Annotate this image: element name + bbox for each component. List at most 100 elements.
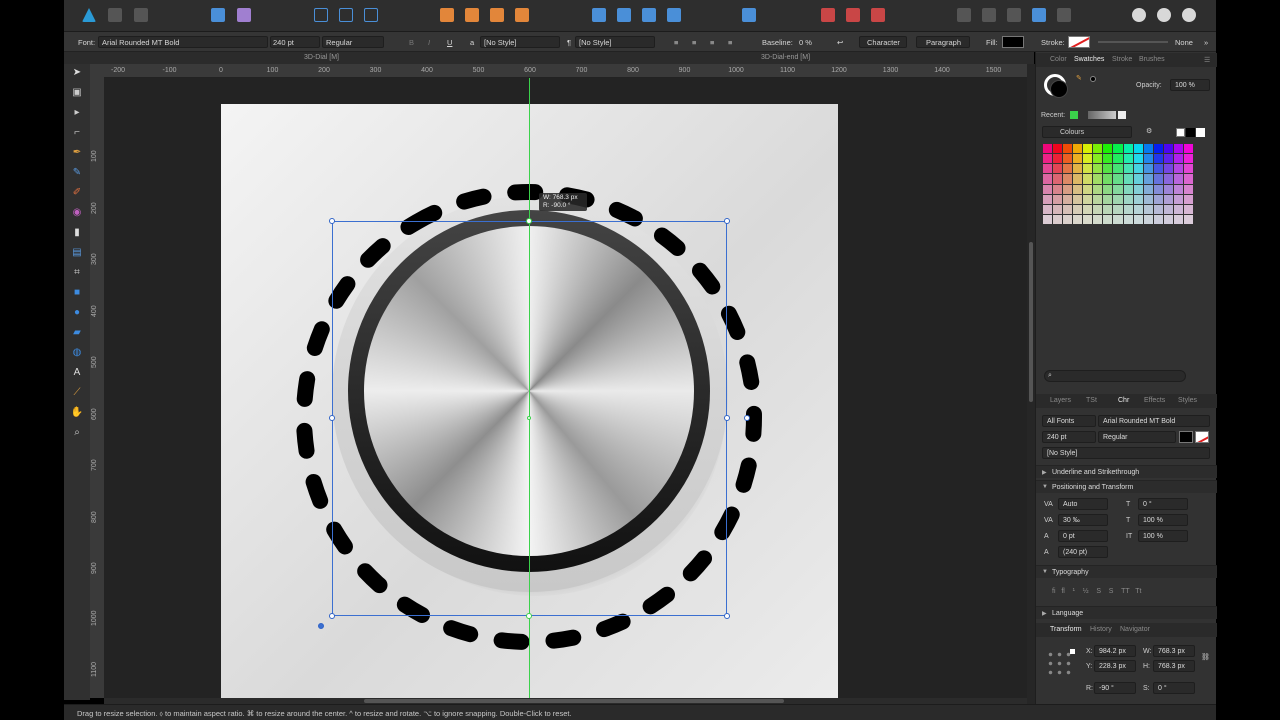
palette-swatch[interactable] (1083, 144, 1093, 154)
leading-field[interactable]: (240 pt) (1058, 546, 1108, 558)
palette-swatch[interactable] (1113, 154, 1123, 164)
font-style-field[interactable]: Regular (1098, 431, 1176, 443)
palette-swatch[interactable] (1133, 184, 1143, 194)
geometry-icon-1[interactable] (957, 8, 971, 22)
view-tool-icon[interactable]: ✋ (71, 406, 83, 418)
typography-option-icons[interactable]: fi fl ¹ ½ S S TT Tt (1052, 588, 1141, 595)
palette-swatch[interactable] (1183, 194, 1193, 204)
move-backward-icon[interactable] (465, 8, 479, 22)
section-language[interactable]: ▶ Language (1036, 606, 1217, 619)
palette-swatch[interactable] (1183, 154, 1193, 164)
palette-swatch[interactable] (1053, 144, 1063, 154)
white-swatch[interactable] (1196, 128, 1205, 137)
x-field[interactable]: 984.2 px (1094, 645, 1136, 657)
center-point[interactable] (527, 416, 531, 420)
palette-swatch[interactable] (1173, 204, 1183, 214)
palette-swatch[interactable] (1163, 194, 1173, 204)
handle-bottom-center[interactable] (526, 613, 532, 619)
more-chevron-icon[interactable]: » (1204, 38, 1208, 47)
move-back-icon[interactable] (440, 8, 454, 22)
none-swatch[interactable] (1176, 128, 1185, 137)
palette-swatch[interactable] (1073, 194, 1083, 204)
undo-icon[interactable]: ↩ (837, 38, 843, 47)
palette-swatch[interactable] (1103, 174, 1113, 184)
tab-layers[interactable]: Layers (1050, 397, 1071, 404)
shape-tool-icon[interactable]: ◍ (71, 346, 83, 358)
kerning-field[interactable]: Auto (1058, 498, 1108, 510)
justify-icon[interactable]: ≡ (728, 38, 732, 47)
palette-swatch[interactable] (1143, 174, 1153, 184)
palette-swatch[interactable] (1133, 154, 1143, 164)
palette-swatch[interactable] (1163, 174, 1173, 184)
palette-swatch[interactable] (1163, 154, 1173, 164)
palette-swatch[interactable] (1173, 194, 1183, 204)
swap-colors-icon[interactable] (1090, 76, 1096, 82)
color-picker-icon[interactable]: ⟋ (71, 386, 83, 398)
palette-swatch[interactable] (1103, 194, 1113, 204)
node-tool-icon[interactable]: ▸ (71, 106, 83, 118)
text-stroke-swatch[interactable] (1195, 431, 1209, 443)
palette-swatch[interactable] (1073, 154, 1083, 164)
palette-swatch[interactable] (1143, 184, 1153, 194)
palette-swatch[interactable] (1133, 164, 1143, 174)
palette-swatch[interactable] (1173, 164, 1183, 174)
palette-swatch[interactable] (1163, 164, 1173, 174)
palette-swatch[interactable] (1143, 154, 1153, 164)
tab-color[interactable]: Color (1050, 56, 1067, 63)
palette-swatch[interactable] (1173, 174, 1183, 184)
geometry-icon-2[interactable] (982, 8, 996, 22)
palette-swatch[interactable] (1093, 214, 1103, 224)
boolean-add-icon[interactable] (821, 8, 835, 22)
handle-bottom-right[interactable] (724, 613, 730, 619)
tab-3d-dial-end[interactable]: 3D-Dial-end [M] (761, 54, 810, 61)
font-family-field[interactable]: Arial Rounded MT Bold (1098, 415, 1210, 427)
palette-swatch[interactable] (1133, 204, 1143, 214)
tab-transform[interactable]: Transform (1050, 626, 1082, 633)
move-tool-icon[interactable]: ➤ (71, 66, 83, 78)
palette-swatch[interactable] (1043, 204, 1053, 214)
palette-swatch[interactable] (1043, 164, 1053, 174)
palette-swatch[interactable] (1093, 154, 1103, 164)
insert-icon[interactable] (237, 8, 251, 22)
palette-swatch[interactable] (1123, 144, 1133, 154)
palette-swatch[interactable] (1043, 154, 1053, 164)
palette-swatch[interactable] (1133, 144, 1143, 154)
handle-right[interactable] (724, 415, 730, 421)
palette-swatch[interactable] (1143, 204, 1153, 214)
panel-menu-icon[interactable]: ☰ (1204, 56, 1210, 64)
palette-swatch[interactable] (1093, 184, 1103, 194)
vertical-scrollbar[interactable] (1027, 64, 1035, 704)
palette-swatch[interactable] (1133, 214, 1143, 224)
flip-vertical-icon[interactable] (617, 8, 631, 22)
handle-top-left[interactable] (329, 218, 335, 224)
palette-swatch[interactable] (1153, 204, 1163, 214)
crop-tool-icon[interactable]: ⌗ (71, 266, 83, 278)
geometry-icon-3[interactable] (1007, 8, 1021, 22)
corner-tool-icon[interactable]: ⌐ (71, 126, 83, 138)
palette-swatch[interactable] (1173, 184, 1183, 194)
palette-swatch[interactable] (1083, 204, 1093, 214)
section-typography[interactable]: ▼ Typography (1036, 565, 1217, 578)
bold-icon[interactable]: B (409, 38, 414, 47)
palette-swatch[interactable] (1123, 214, 1133, 224)
palette-swatch[interactable] (1183, 204, 1193, 214)
palette-swatch[interactable] (1103, 204, 1113, 214)
palette-swatch[interactable] (1043, 194, 1053, 204)
transparency-tool-icon[interactable]: ▮ (71, 226, 83, 238)
palette-swatch[interactable] (1153, 194, 1163, 204)
palette-swatch[interactable] (1053, 214, 1063, 224)
palette-swatch[interactable] (1073, 204, 1083, 214)
tab-swatches[interactable]: Swatches (1074, 56, 1104, 63)
palette-swatch[interactable] (1073, 214, 1083, 224)
underline-icon[interactable]: U (447, 38, 452, 47)
section-positioning[interactable]: ▼ Positioning and Transform (1036, 480, 1217, 493)
tab-text-styles[interactable]: TSt (1086, 397, 1097, 404)
palette-swatch[interactable] (1183, 174, 1193, 184)
palette-swatch[interactable] (1183, 184, 1193, 194)
link-aspect-icon[interactable]: ⛓ (1201, 653, 1210, 661)
brush-tool-icon[interactable]: ✐ (71, 186, 83, 198)
palette-dropdown[interactable] (1042, 126, 1132, 138)
pen-tool-icon[interactable]: ✒ (71, 146, 83, 158)
palette-swatch[interactable] (1133, 174, 1143, 184)
palette-swatch[interactable] (1063, 154, 1073, 164)
